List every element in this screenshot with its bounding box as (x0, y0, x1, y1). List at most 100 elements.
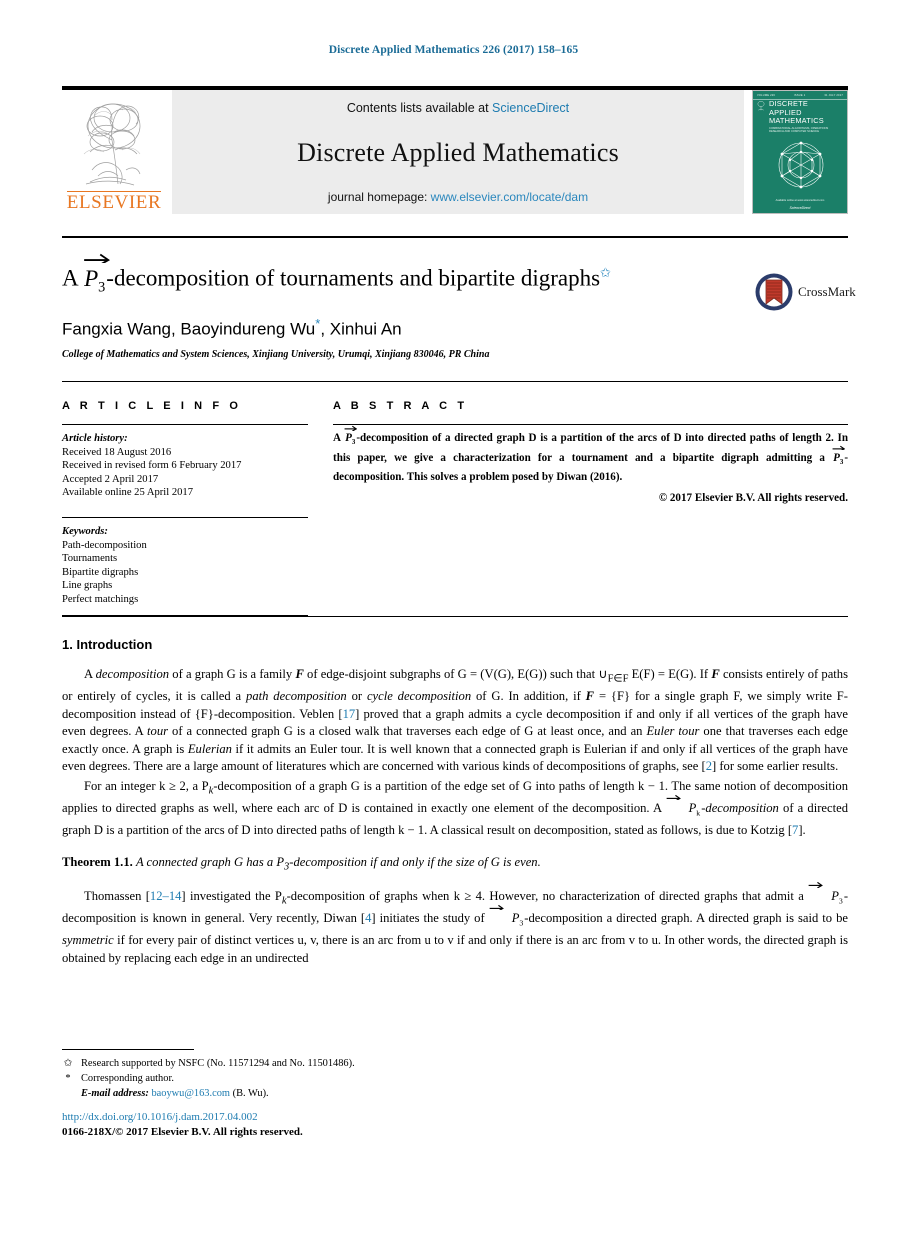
keyword-item: Line graphs (62, 580, 113, 592)
article-info-block: A R T I C L E I N F O Article history: R… (62, 400, 308, 500)
abstract-vector-p3-first: P3 (344, 425, 358, 451)
article-history-item: Received in revised form 6 February 2017 (62, 460, 242, 472)
p3-vector-p3-first: P3 (808, 882, 844, 910)
right-arrow-accent-icon (666, 794, 681, 800)
abstract-math-sub: 3 (351, 439, 356, 447)
journal-article-page: Discrete Applied Mathematics 226 (2017) … (0, 0, 907, 1238)
abstract-math-letter: P (345, 432, 352, 444)
doi-link[interactable]: http://dx.doi.org/10.1016/j.dam.2017.04.… (62, 1110, 303, 1125)
abstract-vector-p3-second: P3 (832, 445, 846, 471)
crossmark-icon (755, 273, 793, 311)
abstract-part-2: -decomposition of a directed graph D is … (333, 432, 848, 464)
abstract-math-letter: P (833, 451, 840, 464)
p1-union-subscript: F∈F (607, 673, 629, 685)
elsevier-logo: ELSEVIER (62, 90, 166, 214)
footnote-corresponding: * Corresponding author. (62, 1071, 562, 1086)
right-arrow-accent-icon (84, 253, 111, 264)
p1-decomposition-term: decomposition (95, 667, 170, 681)
article-history-item: Available online 25 April 2017 (62, 487, 194, 499)
abstract-rule (333, 424, 848, 425)
p3-vector-p3-second: P3 (489, 904, 525, 932)
journal-cover-thumbnail[interactable]: VOLUME 226 ISSUE 1 31 JULY 2017 DISCRETE… (752, 90, 848, 214)
cover-title: DISCRETE APPLIED MATHEMATICS (769, 99, 824, 126)
footnote-corresponding-text: Corresponding author. (81, 1073, 174, 1084)
p1-m: ] for some earlier results. (711, 759, 839, 774)
crossmark-badge[interactable]: CrossMark (754, 272, 856, 312)
right-arrow-accent-icon (808, 882, 824, 888)
p2-a: For an integer k ≥ 2, a P (84, 779, 209, 794)
footnote-funding: ✩ Research supported by NSFC (No. 115712… (62, 1056, 562, 1071)
cover-sciencedirect-wordmark: ScienceDirect (789, 206, 811, 210)
p1-f: or (346, 689, 367, 704)
cover-title-line3: MATHEMATICS (769, 116, 824, 126)
info-abstract-top-rule (62, 381, 848, 382)
p1-g: of G. In addition, if (471, 689, 586, 704)
section-heading-introduction: 1. Introduction (62, 637, 848, 652)
crossmark-label: CrossMark (798, 284, 856, 299)
paragraph-2: For an integer k ≥ 2, a P k-decomposition… (62, 778, 848, 840)
sciencedirect-link[interactable]: ScienceDirect (492, 101, 569, 115)
theorem-label: Theorem 1.1. (62, 854, 133, 869)
email-link[interactable]: baoywu@163.com (151, 1088, 230, 1099)
theorem-b: -decomposition if and only if the size o… (289, 854, 541, 869)
title-footnote-marker[interactable]: ✩ (600, 265, 611, 280)
elsevier-wordmark: ELSEVIER (66, 191, 162, 213)
keyword-item: Bipartite digraphs (62, 566, 139, 578)
keywords-block: Keywords: Path-decomposition Tournaments… (62, 517, 308, 616)
cover-top-mid: ISSUE 1 (794, 94, 806, 97)
p1-d: E(F) = E(G). If (628, 667, 712, 681)
p1-euler-tour-term: Euler tour (646, 724, 700, 739)
article-history: Article history: Received 18 August 2016… (62, 432, 308, 500)
footnote-separator-rule (62, 1049, 194, 1050)
cover-top-right: 31 JULY 2017 (824, 94, 843, 97)
doi-block: http://dx.doi.org/10.1016/j.dam.2017.04.… (62, 1110, 303, 1140)
abstract-text: A P3 -decomposition of a directed graph … (333, 425, 848, 486)
p1-path-decomposition-term: path decomposition (246, 689, 347, 704)
journal-homepage-link[interactable]: www.elsevier.com/locate/dam (431, 190, 588, 204)
paragraph-3: Thomassen [12–14] investigated the Pk-de… (62, 882, 848, 967)
theorem-statement: A connected graph G has a P3-decompositi… (135, 854, 541, 873)
theorem-1-1: Theorem 1.1. A connected graph G has a P… (62, 854, 848, 876)
authors-names[interactable]: Fangxia Wang, Baoyindureng Wu (62, 320, 315, 339)
p3-symmetric-term: symmetric (62, 933, 114, 948)
citation-17[interactable]: 17 (343, 707, 356, 721)
theorem-a: A connected graph G has a P (135, 854, 285, 869)
cover-top-left: VOLUME 226 (757, 94, 776, 97)
p1-cycle-decomposition-term: cycle decomposition (366, 689, 472, 704)
journal-name: Discrete Applied Mathematics (297, 137, 619, 167)
p2-math-sub: k (696, 808, 701, 818)
cover-subtitle: COMBINATORIAL ALGORITHMS, OPERATIONS RES… (769, 127, 829, 134)
journal-homepage-line: journal homepage: www.elsevier.com/locat… (328, 190, 588, 204)
footnote-open-star-marker: ✩ (63, 1058, 73, 1069)
contents-available-line: Contents lists available at ScienceDirec… (347, 101, 569, 115)
homepage-prefix: journal homepage: (327, 190, 428, 204)
article-history-item: Accepted 2 April 2017 (62, 473, 159, 485)
title-math-sub: 3 (98, 279, 106, 296)
p1-family-symbol: F (585, 689, 595, 704)
footnote-star-marker: * (65, 1073, 71, 1084)
cover-elsevier-tree-icon (757, 101, 765, 111)
p3-c: -decomposition of graphs when k ≥ 4. How… (286, 889, 809, 903)
introduction-section: 1. Introduction A decomposition of a gra… (62, 637, 848, 969)
keywords-list: Keywords: Path-decomposition Tournaments… (62, 525, 308, 607)
right-arrow-accent-icon (344, 425, 358, 431)
elsevier-tree-svg (83, 103, 141, 186)
article-history-item: Received 18 August 2016 (62, 446, 172, 458)
p3-math-sub: 3 (838, 896, 843, 906)
p3-g: if for every pair of distinct vertices u… (62, 933, 848, 965)
citation-12-14[interactable]: 12–14 (150, 889, 181, 903)
title-separator-rule (62, 236, 848, 238)
p1-eulerian-term: Eulerian (187, 741, 232, 756)
journal-band: Contents lists available at ScienceDirec… (172, 90, 744, 214)
title-prefix: A (62, 265, 78, 291)
contents-prefix: Contents lists available at (346, 101, 489, 115)
abstract-heading: A B S T R A C T (333, 400, 468, 412)
right-arrow-accent-icon (489, 904, 504, 910)
authors-names-tail[interactable]: , Xinhui An (320, 320, 401, 339)
p1-a: A (84, 667, 96, 681)
body-top-rule (62, 616, 848, 617)
affiliation: College of Mathematics and System Scienc… (62, 348, 490, 360)
p3-f: -decomposition a directed graph. A direc… (524, 911, 848, 926)
issn-copyright-line: 0166-218X/© 2017 Elsevier B.V. All right… (62, 1126, 303, 1138)
email-label: E-mail address: (81, 1088, 149, 1099)
